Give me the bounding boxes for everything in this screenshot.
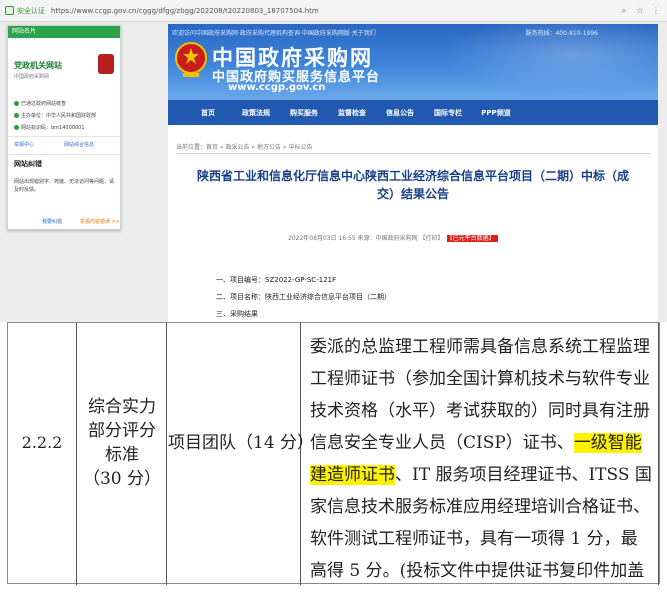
category-cell: 综合实力 部分评分 标准 （30 分）	[78, 395, 166, 491]
check-icon	[14, 125, 19, 130]
category-line: （30 分）	[82, 469, 162, 489]
article-panel: 当前位置：首页 » 政采公告 » 地方公告 » 中标公告 陕西省工业和信息化厅信…	[168, 125, 658, 322]
party-seal-icon	[98, 54, 114, 74]
article-title-line-1: 陕西省工业和信息化厅信息中心陕西工业经济综合信息平台项目（二期）中标（成	[196, 169, 629, 183]
correct-error-link[interactable]: 我要纠错	[42, 218, 62, 225]
national-emblem-icon	[175, 42, 207, 77]
popup-row: 已通过政府网站核查	[14, 100, 66, 107]
lock-icon	[5, 6, 14, 15]
nav-item-announcements[interactable]: 信息公告	[376, 108, 424, 118]
report-link[interactable]: 举报中心	[14, 141, 34, 148]
table-divider	[658, 323, 659, 585]
procurement-result-heading: 三、采购结果	[216, 310, 258, 318]
site-banner: 欢迎访问中国政府采购网·政府采购代理机构查询·中国政府采购网版·关于我们 服务热…	[168, 24, 658, 100]
nav-item-home[interactable]: 首页	[184, 108, 232, 118]
nav-item-supervision[interactable]: 监督检查	[328, 108, 376, 118]
screenshot-stage: 安全认证 https://www.ccgp.gov.cn/cggg/dfgg/z…	[0, 0, 667, 592]
popup-row: 网站标识码：bm14000001	[14, 124, 85, 131]
popup-header: 网站名片	[8, 26, 120, 38]
table-divider	[300, 323, 301, 585]
category-line: 标准	[105, 445, 139, 465]
scoring-table-excerpt: 2.2.2 综合实力 部分评分 标准 （30 分） 项目团队（14 分） 委派的…	[7, 322, 660, 585]
project-name: 二、项目名称：陕西工业经济综合信息平台项目（二期）	[216, 293, 391, 301]
article-title-line-2: 交）结果公告	[376, 187, 449, 201]
popup-site-name: 党政机关网站	[14, 61, 62, 70]
security-badge[interactable]: 安全认证	[17, 6, 45, 16]
site-card-popup: 网站名片 党政机关网站 中国政府采购网 已通过政府网站核查 主办单位：中华人民共…	[7, 25, 121, 230]
article-title: 陕西省工业和信息化厅信息中心陕西工业经济综合信息平台项目（二期）中标（成 交）结…	[180, 167, 646, 203]
table-divider	[76, 323, 77, 585]
article-meta: 2022年08月03日 16:55 来源：中国政府采购网 【打印】 【已元平台数据…	[288, 233, 498, 242]
site-info-link[interactable]: 网站综合信息	[64, 141, 94, 148]
banner-phone: 服务热线：400-810-1996	[525, 30, 598, 37]
popup-divider	[8, 136, 120, 137]
nav-item-ppp[interactable]: PPP频道	[472, 108, 520, 118]
star-icon[interactable]: ☆	[635, 6, 645, 16]
meta-tag-badge[interactable]: 【已元平台数据】	[446, 235, 498, 242]
banner-top-links[interactable]: 欢迎访问中国政府采购网·政府采购代理机构查询·中国政府采购网版·关于我们	[172, 28, 376, 37]
url-text[interactable]: https://www.ccgp.gov.cn/cggg/dfgg/zbgg/2…	[51, 7, 619, 15]
factor-cell: 项目团队（14 分）	[168, 433, 315, 453]
breadcrumb-divider	[176, 153, 650, 154]
table-divider	[166, 323, 167, 585]
check-icon	[14, 101, 19, 106]
main-nav: 首页 政策法规 购买服务 监督检查 信息公告 国际专栏 PPP频道	[168, 100, 658, 125]
category-line: 综合实力	[88, 397, 156, 417]
project-number: 一、项目编号：SZ2022-GP-SC-121F	[216, 276, 337, 284]
category-line: 部分评分	[88, 421, 156, 441]
browser-address-bar[interactable]: 安全认证 https://www.ccgp.gov.cn/cggg/dfgg/z…	[0, 0, 667, 22]
breadcrumb[interactable]: 当前位置：首页 » 政采公告 » 地方公告 » 中标公告	[176, 142, 312, 151]
item-number-cell: 2.2.2	[21, 433, 63, 452]
popup-divider	[8, 154, 120, 155]
popup-site-desc: 中国政府采购网	[14, 74, 50, 80]
criteria-text-cell: 委派的总监理工程师需具备信息系统工程监理工程师证书（参加全国计算机技术与软件专业…	[310, 331, 652, 592]
brand-url: www.ccgp.gov.cn	[228, 82, 326, 93]
zoom-icon[interactable]: ⌕	[619, 6, 629, 16]
nav-item-policy[interactable]: 政策法规	[232, 108, 280, 118]
menu-icon[interactable]: ⋮	[651, 6, 661, 16]
nav-item-international[interactable]: 国际专栏	[424, 108, 472, 118]
report-error-link[interactable]: 举报内容错误 >>	[80, 218, 120, 225]
nav-item-services[interactable]: 购买服务	[280, 108, 328, 118]
popup-section-text: 网站出现错别字、死链、无法访问等问题，请及时反馈。	[14, 179, 115, 193]
check-icon	[14, 113, 19, 118]
popup-section-title: 网站纠错	[14, 160, 42, 168]
popup-row: 主办单位：中华人民共和国财政部	[14, 112, 96, 119]
article-meta-text: 2022年08月03日 16:55 来源：中国政府采购网 【打印】	[288, 235, 444, 242]
